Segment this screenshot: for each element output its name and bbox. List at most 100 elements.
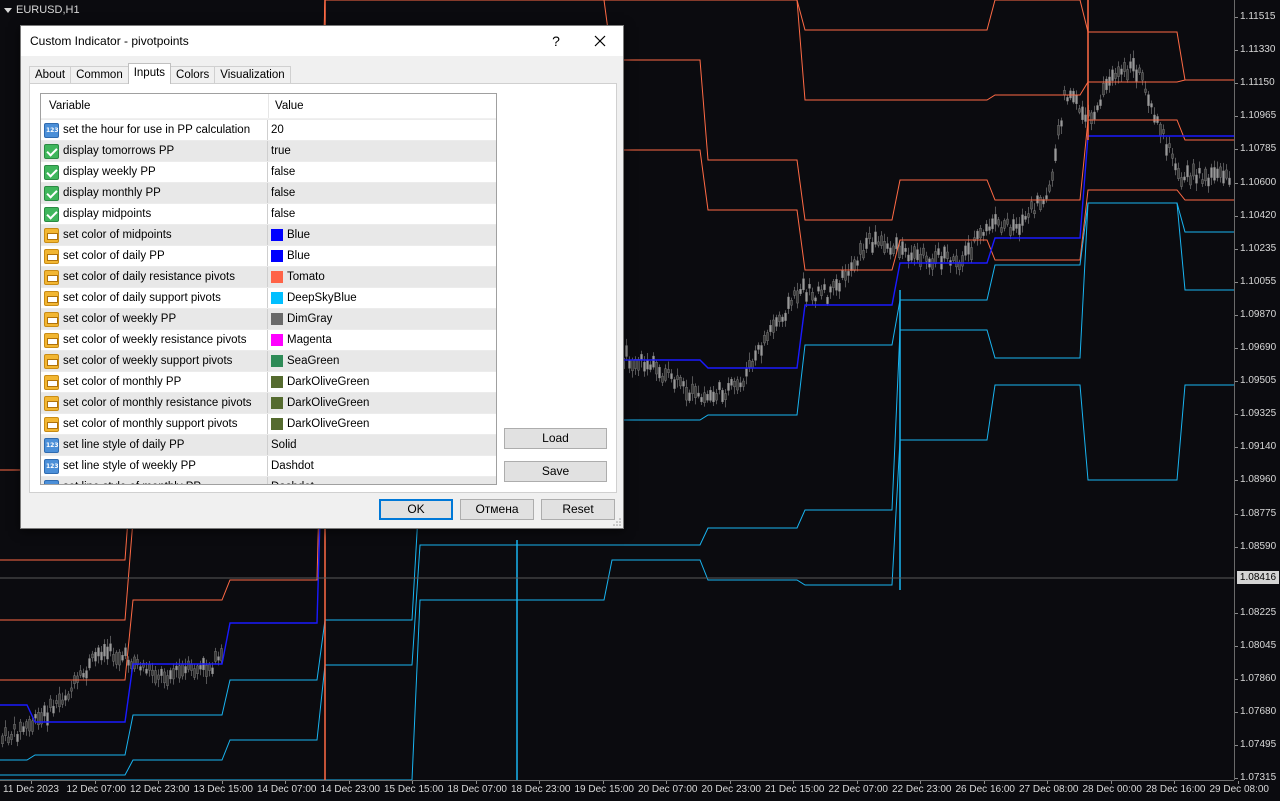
price-label: 1.10965 [1240, 110, 1277, 122]
variable-cell: set line style of weekly PP [41, 456, 268, 476]
candle-body [967, 242, 970, 255]
value-cell[interactable]: false [268, 204, 496, 224]
value-cell[interactable]: DeepSkyBlue [268, 288, 496, 308]
candle-body [1174, 163, 1177, 171]
candle-body [112, 654, 115, 662]
value-cell[interactable]: DarkOliveGreen [268, 414, 496, 434]
table-row[interactable]: display monthly PP false [41, 182, 496, 203]
candle-body [1000, 227, 1003, 233]
variable-name: set line style of monthly PP [63, 481, 201, 484]
table-row[interactable]: set color of weekly PP DimGray [41, 308, 496, 329]
price-label: 1.07680 [1240, 706, 1277, 718]
tab-visualization[interactable]: Visualization [214, 66, 291, 84]
table-row[interactable]: set color of daily support pivots DeepSky… [41, 287, 496, 308]
reset-button[interactable]: Reset [541, 499, 615, 520]
close-button[interactable] [587, 29, 613, 53]
candle-body [778, 314, 781, 322]
cancel-button[interactable]: Отмена [460, 499, 534, 520]
table-row[interactable]: display midpoints false [41, 203, 496, 224]
candle-body [625, 345, 628, 357]
candle-body [673, 379, 676, 389]
candle-body [196, 665, 199, 674]
value-cell[interactable]: true [268, 141, 496, 161]
candle-body [94, 651, 97, 662]
candle-body [34, 714, 37, 719]
value-cell[interactable]: Dashdot [268, 477, 496, 484]
price-tick [1235, 17, 1238, 18]
candle-body [829, 286, 832, 293]
candle-body [175, 665, 178, 671]
price-scale[interactable]: 1.11515 1.11330 1.11150 1.10965 1.10785 1.106… [1234, 0, 1280, 783]
price-tick [1235, 314, 1238, 316]
candle-body [7, 736, 10, 744]
dialog-titlebar[interactable]: Custom Indicator - pivotpoints ? [21, 26, 623, 56]
table-row[interactable]: set color of weekly support pivots SeaGre… [41, 350, 496, 371]
candle-body [961, 255, 964, 267]
value-cell[interactable]: 20 [268, 120, 496, 140]
help-button[interactable]: ? [549, 30, 563, 52]
candle-body [655, 362, 658, 375]
table-row[interactable]: set color of midpoints Blue [41, 224, 496, 245]
tab-common[interactable]: Common [70, 66, 129, 84]
candle-body [28, 718, 31, 732]
table-row[interactable]: set color of daily PP Blue [41, 245, 496, 266]
value-cell[interactable]: Dashdot [268, 456, 496, 476]
candle-body [1081, 106, 1084, 120]
value-text: true [271, 145, 291, 157]
table-row[interactable]: set color of monthly PP DarkOliveGreen [41, 371, 496, 392]
ok-button[interactable]: OK [379, 499, 453, 520]
column-header-value[interactable]: Value [269, 94, 495, 118]
candle-body [880, 235, 883, 246]
tab-colors[interactable]: Colors [170, 66, 216, 84]
table-row[interactable]: display weekly PP false [41, 161, 496, 182]
variable-name: set color of daily PP [63, 250, 165, 262]
candle-body [859, 243, 862, 255]
price-tick [1235, 679, 1238, 680]
save-button[interactable]: Save [504, 461, 607, 482]
table-row[interactable]: set line style of monthly PP Dashdot [41, 476, 496, 484]
value-cell[interactable]: SeaGreen [268, 351, 496, 371]
value-cell[interactable]: DimGray [268, 309, 496, 329]
price-label: 1.10785 [1240, 143, 1277, 155]
time-scale[interactable]: 11 Dec 2023 12 Dec 07:00 12 Dec 23:00 13 De… [0, 780, 1269, 801]
candle-body [1204, 168, 1207, 182]
value-cell[interactable]: false [268, 162, 496, 182]
candle-body [877, 241, 880, 246]
variable-name: set the hour for use in PP calculation [63, 124, 251, 136]
load-button[interactable]: Load [504, 428, 607, 449]
value-cell[interactable]: Magenta [268, 330, 496, 350]
color-swatch [271, 313, 283, 325]
price-label: 1.08225 [1240, 606, 1277, 618]
column-header-variable[interactable]: Variable [41, 94, 269, 118]
candle-body [79, 670, 82, 676]
candle-body [88, 658, 91, 669]
table-row[interactable]: set the hour for use in PP calculation 20 [41, 119, 496, 140]
time-label: 29 Dec 08:00 [1209, 784, 1270, 795]
table-row[interactable]: set line style of weekly PP Dashdot [41, 455, 496, 476]
time-label: 21 Dec 15:00 [765, 784, 825, 795]
value-cell[interactable]: Solid [268, 435, 496, 455]
table-row[interactable]: display tomorrows PP true [41, 140, 496, 161]
candle-body [724, 393, 727, 400]
table-row[interactable]: set color of monthly resistance pivots Da… [41, 392, 496, 413]
candle-body [775, 317, 778, 327]
resize-grip-icon[interactable] [613, 518, 621, 526]
table-row[interactable]: set color of monthly support pivots DarkO… [41, 413, 496, 434]
value-cell[interactable]: Blue [268, 246, 496, 266]
table-row[interactable]: set color of weekly resistance pivots Mag… [41, 329, 496, 350]
candle-body [1123, 62, 1126, 72]
value-cell[interactable]: false [268, 183, 496, 203]
tab-about[interactable]: About [29, 66, 72, 84]
candle-body [1168, 143, 1171, 148]
price-tick [1235, 182, 1238, 184]
value-cell[interactable]: DarkOliveGreen [268, 372, 496, 392]
table-row[interactable]: set line style of daily PP Solid [41, 434, 496, 455]
tab-inputs[interactable]: Inputs [127, 63, 172, 84]
value-cell[interactable]: Blue [268, 225, 496, 245]
candle-body [985, 223, 988, 232]
value-cell[interactable]: DarkOliveGreen [268, 393, 496, 413]
time-label: 14 Dec 07:00 [257, 784, 317, 795]
table-row[interactable]: set color of daily resistance pivots Toma… [41, 266, 496, 287]
candle-body [205, 664, 208, 677]
value-cell[interactable]: Tomato [268, 267, 496, 287]
